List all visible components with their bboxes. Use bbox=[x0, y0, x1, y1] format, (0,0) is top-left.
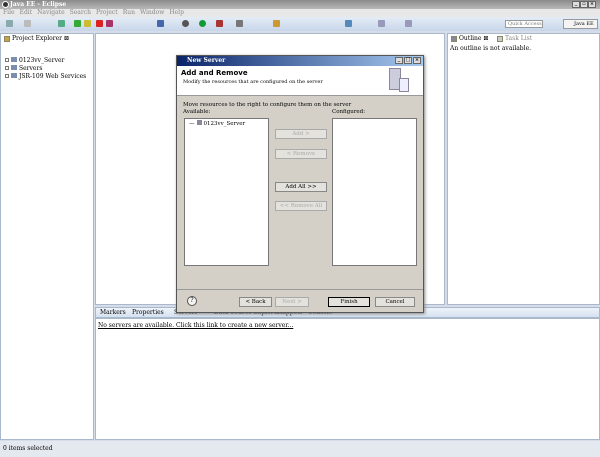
dialog-maximize-button[interactable]: □ bbox=[404, 57, 412, 64]
available-list[interactable]: —0123vv_Server bbox=[184, 118, 269, 266]
back-button[interactable]: < Back bbox=[239, 297, 272, 307]
tab-outline[interactable]: Outline ⊠ bbox=[450, 34, 489, 44]
finish-button[interactable]: Finish bbox=[328, 297, 370, 307]
tab-task-list[interactable]: Task List bbox=[496, 34, 532, 44]
quick-access-input[interactable]: Quick Access bbox=[505, 20, 543, 28]
create-server-link[interactable]: No servers are available. Click this lin… bbox=[98, 322, 293, 329]
menu-edit[interactable]: Edit bbox=[20, 9, 33, 16]
tab-label: Task List bbox=[505, 35, 533, 42]
window-title: Java EE - Eclipse bbox=[10, 1, 67, 8]
add-all-button[interactable]: Add All >> bbox=[275, 182, 327, 192]
restore-button[interactable]: ▫ bbox=[580, 1, 588, 8]
help-icon[interactable]: ? bbox=[187, 296, 197, 306]
open-type-icon[interactable] bbox=[157, 20, 164, 27]
project-explorer-icon bbox=[4, 36, 10, 42]
dialog-header: Add and Remove Modify the resources that… bbox=[177, 66, 423, 96]
item-label: 0123vv_Server bbox=[19, 57, 65, 64]
tab-label: Project Explorer bbox=[12, 35, 63, 42]
window-title-bar: Java EE - Eclipse _ ▫ × bbox=[0, 0, 600, 9]
dialog-description: Modify the resources that are configured… bbox=[183, 79, 323, 85]
tree-item-servers[interactable]: Servers bbox=[5, 65, 42, 72]
menu-search[interactable]: Search bbox=[70, 9, 91, 16]
search-icon[interactable] bbox=[345, 20, 352, 27]
run-icon[interactable] bbox=[199, 20, 206, 27]
new-icon[interactable] bbox=[6, 20, 13, 27]
outline-message: An outline is not available. bbox=[450, 45, 532, 52]
dialog-minimize-button[interactable]: _ bbox=[395, 57, 403, 64]
next-button[interactable]: Next > bbox=[275, 297, 309, 307]
menu-navigate[interactable]: Navigate bbox=[37, 9, 65, 16]
menu-project[interactable]: Project bbox=[96, 9, 118, 16]
item-label: JSR-109 Web Services bbox=[19, 73, 87, 80]
instruction-text: Move resources to the right to configure… bbox=[183, 102, 352, 108]
eclipse-icon bbox=[2, 1, 9, 8]
remove-all-button[interactable]: << Remove All bbox=[275, 201, 327, 211]
project-explorer-panel: Project Explorer ⊠ 0123vv_Server Servers… bbox=[0, 33, 94, 440]
outline-icon bbox=[451, 36, 457, 42]
available-label: Available: bbox=[183, 109, 211, 115]
pause-server-icon[interactable] bbox=[84, 20, 91, 27]
status-text: 0 items selected bbox=[3, 445, 53, 452]
open-folder-icon[interactable] bbox=[273, 20, 280, 27]
document-graphic-icon bbox=[399, 78, 409, 92]
dialog-title: New Server bbox=[187, 57, 226, 64]
status-bar: 0 items selected bbox=[0, 441, 600, 457]
tab-label: Outline bbox=[459, 35, 482, 42]
stop-server-icon[interactable] bbox=[96, 20, 103, 27]
tab-markers[interactable]: Markers bbox=[100, 309, 126, 316]
configured-list[interactable] bbox=[332, 118, 417, 266]
configured-label: Configured: bbox=[332, 109, 366, 115]
add-button[interactable]: Add > bbox=[275, 129, 327, 139]
disconnect-icon[interactable] bbox=[106, 20, 113, 27]
menu-run[interactable]: Run bbox=[123, 9, 135, 16]
dialog-close-button[interactable]: × bbox=[413, 57, 421, 64]
perspective-java-ee[interactable]: Java EE bbox=[563, 19, 598, 29]
new-server-dialog: New Server _ □ × Add and Remove Modify t… bbox=[176, 55, 424, 313]
tab-project-explorer[interactable]: Project Explorer ⊠ bbox=[3, 34, 69, 44]
item-label: Servers bbox=[19, 65, 43, 72]
available-item[interactable]: —0123vv_Server bbox=[189, 120, 245, 127]
remove-button[interactable]: < Remove bbox=[275, 149, 327, 159]
tree-item-web-services[interactable]: JSR-109 Web Services bbox=[5, 73, 86, 80]
external-tools-icon[interactable] bbox=[236, 20, 243, 27]
tree-item-server-project[interactable]: 0123vv_Server bbox=[5, 57, 64, 64]
menu-window[interactable]: Window bbox=[140, 9, 164, 16]
task-list-icon bbox=[497, 36, 503, 42]
start-server-icon[interactable] bbox=[74, 20, 81, 27]
save-icon[interactable] bbox=[24, 20, 31, 27]
outline-panel: Outline ⊠ Task List An outline is not av… bbox=[447, 33, 600, 305]
cancel-button[interactable]: Cancel bbox=[375, 297, 415, 307]
menu-bar: File Edit Navigate Search Project Run Window He… bbox=[0, 9, 600, 17]
dialog-heading: Add and Remove bbox=[181, 69, 248, 77]
menu-help[interactable]: Help bbox=[169, 9, 184, 16]
tab-properties[interactable]: Properties bbox=[132, 309, 164, 316]
back-icon[interactable] bbox=[378, 20, 385, 27]
dialog-separator bbox=[177, 289, 423, 290]
item-label: 0123vv_Server bbox=[203, 121, 246, 127]
close-button[interactable]: × bbox=[588, 1, 596, 8]
tool-icon[interactable] bbox=[58, 20, 65, 27]
menu-file[interactable]: File bbox=[3, 9, 15, 16]
servers-view: No servers are available. Click this lin… bbox=[95, 318, 600, 440]
minimize-button[interactable]: _ bbox=[572, 1, 580, 8]
dialog-title-bar: New Server _ □ × bbox=[177, 56, 423, 66]
forward-icon[interactable] bbox=[405, 20, 412, 27]
debug-icon[interactable] bbox=[216, 20, 223, 27]
settings-icon[interactable] bbox=[182, 20, 189, 27]
